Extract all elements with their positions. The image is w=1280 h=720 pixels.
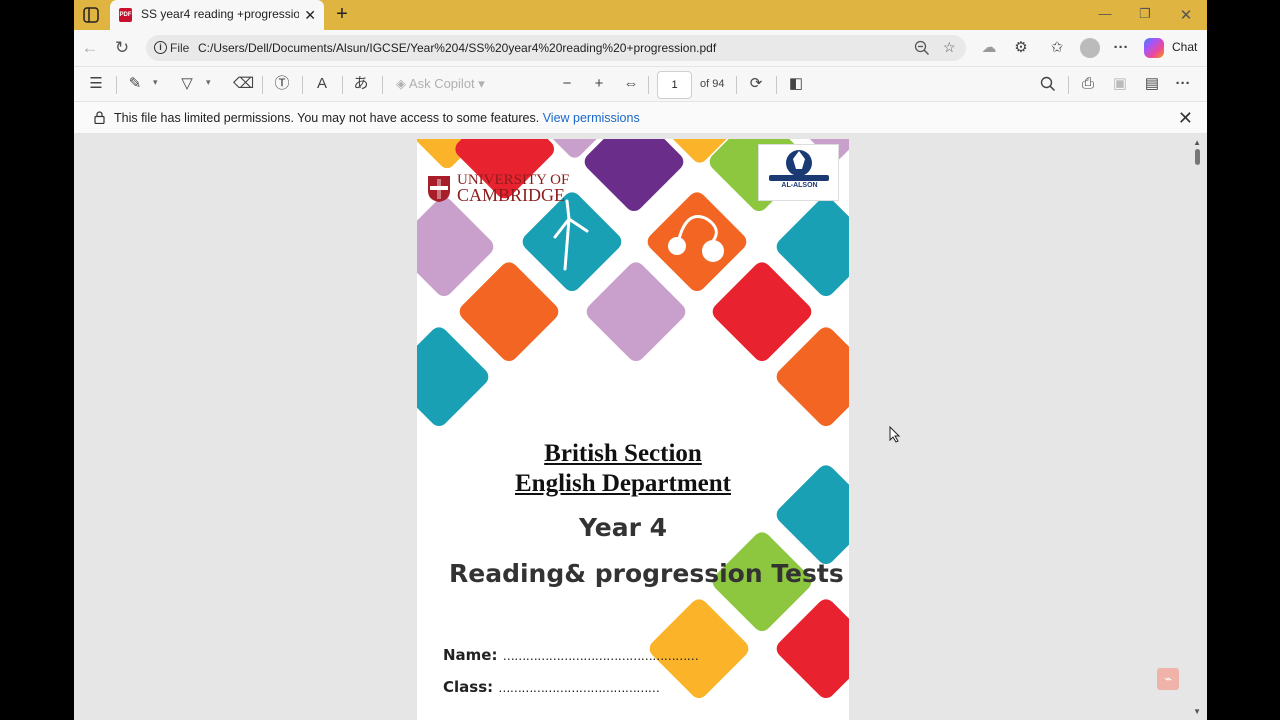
heading-line1: British Section	[544, 440, 702, 467]
print-icon[interactable]: ⎙	[1079, 75, 1097, 93]
tab-close-icon[interactable]: ✕	[304, 7, 316, 23]
school-name: AL-ALSON	[781, 182, 818, 189]
extension-cloud-icon[interactable]: ☁	[979, 39, 999, 57]
zoom-in-icon[interactable]: +	[590, 75, 608, 93]
toolbar-separator	[736, 76, 737, 94]
banner-text: This file has limited permissions. You m…	[114, 111, 540, 125]
name-dots: ……………………………………………	[502, 649, 699, 663]
page-number-input[interactable]: 1	[657, 71, 692, 99]
draw-icon[interactable]: ▽	[178, 75, 196, 93]
highlight-dropdown-icon[interactable]: ▾	[153, 77, 158, 88]
browser-window: PDF SS year4 reading +progression.pdf ✕ …	[74, 0, 1207, 720]
school-crest-icon	[769, 150, 829, 181]
banner-close-icon[interactable]: ✕	[1178, 108, 1193, 129]
pdf-toolbar: ☰ ✎ ▾ ▽ ▾ ⌫ Ⓣ A あ ◈ Ask Copilot ▾ − + ⇔ …	[74, 66, 1207, 102]
view-permissions-link[interactable]: View permissions	[543, 111, 640, 125]
banner-message: This file has limited permissions. You m…	[114, 111, 640, 125]
fit-to-width-icon[interactable]: ⇔	[622, 75, 640, 93]
ask-copilot-label: Ask Copilot	[408, 76, 475, 91]
cambridge-logo: UNIVERSITY OF CAMBRIDGE	[457, 173, 569, 205]
address-bar-row: ← ↻ i File C:/Users/Dell/Documents/Alsun…	[74, 30, 1207, 66]
class-dots: ……………………………………	[498, 681, 660, 695]
page-count: of 94	[700, 78, 725, 90]
read-aloud-icon[interactable]: A	[313, 75, 331, 93]
address-bar[interactable]: i File C:/Users/Dell/Documents/Alsun/IGC…	[146, 35, 966, 61]
minimize-icon[interactable]: —	[1095, 6, 1115, 21]
favorites-icon[interactable]: ✩	[1047, 39, 1067, 57]
tab-actions-icon[interactable]	[82, 6, 100, 24]
name-label: Name:	[443, 646, 498, 664]
acrobat-icon[interactable]: ⌁	[1157, 668, 1179, 690]
year-title: Year 4	[578, 513, 668, 542]
logo-line2: CAMBRIDGE	[457, 185, 566, 205]
class-field: Class: ……………………………………	[443, 678, 660, 696]
search-icon[interactable]	[1039, 76, 1057, 92]
save-icon[interactable]: ▣	[1111, 75, 1129, 93]
add-text-icon[interactable]: Ⓣ	[273, 75, 291, 93]
rotate-icon[interactable]: ⟳	[747, 75, 765, 93]
heading-line2: English Department	[515, 470, 731, 497]
page-heading: British Section English Department	[417, 439, 829, 499]
page-view-icon[interactable]: ◧	[787, 75, 805, 93]
class-label: Class:	[443, 678, 494, 696]
file-label: File	[170, 41, 190, 55]
toolbar-separator	[262, 76, 263, 94]
decorative-tiles	[417, 139, 849, 699]
toolbar-separator	[302, 76, 303, 94]
extensions-puzzle-icon[interactable]: ⚙	[1011, 39, 1031, 57]
scroll-down-icon[interactable]: ▼	[1193, 707, 1201, 716]
new-tab-icon[interactable]: +	[332, 4, 352, 24]
zoom-out-icon[interactable]	[914, 40, 930, 56]
scroll-up-icon[interactable]: ▲	[1193, 138, 1201, 147]
tab-bar: PDF SS year4 reading +progression.pdf ✕ …	[74, 0, 1207, 30]
pdf-page: UNIVERSITY OF CAMBRIDGE AL-ALSON British…	[417, 139, 849, 720]
save-as-icon[interactable]: ▤	[1143, 75, 1161, 93]
favorite-star-icon[interactable]: ☆	[943, 39, 956, 56]
name-field: Name: ……………………………………………	[443, 646, 699, 664]
url-text[interactable]: C:/Users/Dell/Documents/Alsun/IGCSE/Year…	[198, 41, 716, 55]
lock-icon	[94, 111, 105, 124]
scrollbar-thumb[interactable]	[1195, 149, 1200, 165]
toolbar-separator	[116, 76, 117, 94]
more-menu-icon[interactable]: ···	[1111, 39, 1131, 57]
info-icon[interactable]: i	[154, 41, 167, 54]
ask-copilot-button[interactable]: ◈ Ask Copilot ▾	[396, 76, 485, 92]
restore-icon[interactable]: ❐	[1135, 6, 1155, 22]
pdf-more-icon[interactable]: ···	[1174, 75, 1192, 93]
pdf-viewer[interactable]: UNIVERSITY OF CAMBRIDGE AL-ALSON British…	[74, 134, 1207, 720]
permissions-banner: This file has limited permissions. You m…	[74, 102, 1207, 134]
tab-active[interactable]: PDF SS year4 reading +progression.pdf ✕	[110, 0, 324, 30]
close-window-icon[interactable]: ✕	[1176, 6, 1196, 24]
tab-title: SS year4 reading +progression.pdf	[141, 7, 299, 21]
toolbar-separator	[342, 76, 343, 94]
draw-dropdown-icon[interactable]: ▾	[206, 77, 211, 88]
cambridge-shield-icon	[428, 176, 450, 202]
chat-label[interactable]: Chat	[1172, 40, 1197, 54]
school-logo: AL-ALSON	[758, 144, 839, 201]
back-icon[interactable]: ←	[80, 38, 100, 58]
zoom-out-button-icon[interactable]: −	[558, 75, 576, 93]
pdf-file-icon: PDF	[119, 8, 132, 22]
toolbar-separator	[776, 76, 777, 94]
profile-avatar[interactable]	[1080, 38, 1100, 58]
toolbar-separator	[648, 76, 649, 94]
highlight-icon[interactable]: ✎	[126, 75, 144, 93]
erase-icon[interactable]: ⌫	[233, 75, 254, 93]
toolbar-separator	[382, 76, 383, 94]
translate-icon[interactable]: あ	[352, 75, 370, 93]
subtitle: Reading& progression Tests	[449, 559, 844, 588]
mouse-cursor-icon	[889, 426, 901, 443]
copilot-icon[interactable]	[1144, 38, 1164, 58]
refresh-icon[interactable]: ↻	[112, 38, 132, 58]
toolbar-separator	[1068, 76, 1069, 94]
contents-list-icon[interactable]: ☰	[87, 75, 105, 93]
